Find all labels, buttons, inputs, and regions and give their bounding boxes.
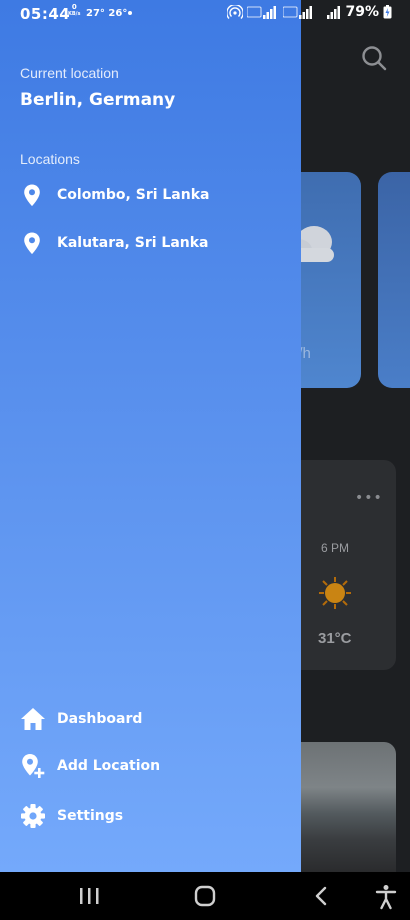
locations-label: Locations bbox=[20, 151, 80, 167]
current-location-label: Current location bbox=[20, 65, 119, 81]
location-item-kalutara[interactable]: Kalutara, Sri Lanka bbox=[20, 228, 209, 258]
forecast-time: 6 PM bbox=[321, 541, 350, 555]
hotspot-icon bbox=[227, 5, 244, 19]
signal-icon-2 bbox=[283, 6, 313, 19]
add-location-icon bbox=[22, 754, 45, 778]
recent-apps-icon[interactable] bbox=[78, 884, 100, 908]
navigation-drawer: Current location Berlin, Germany Locatio… bbox=[0, 0, 301, 872]
location-pin-icon bbox=[24, 184, 40, 206]
signal-icon bbox=[247, 6, 277, 19]
back-icon[interactable] bbox=[310, 884, 334, 908]
location-item-label: Kalutara, Sri Lanka bbox=[57, 235, 209, 251]
menu-item-label: Dashboard bbox=[57, 711, 143, 727]
menu-item-label: Add Location bbox=[57, 758, 161, 774]
status-bar: 05:44 0 KB/s 27° 26° 79% bbox=[0, 0, 410, 26]
location-pin-icon bbox=[24, 232, 40, 254]
status-icons: 79% bbox=[227, 4, 392, 20]
location-item-colombo[interactable]: Colombo, Sri Lanka bbox=[20, 180, 209, 210]
menu-item-dashboard[interactable]: Dashboard bbox=[20, 704, 142, 734]
weather-card-next[interactable] bbox=[378, 172, 410, 388]
forecast-temp: 31°C bbox=[318, 630, 352, 647]
more-options-icon[interactable]: ••• bbox=[355, 490, 383, 506]
search-icon[interactable] bbox=[360, 44, 388, 72]
signal-icon-3 bbox=[327, 6, 341, 19]
menu-item-add-location[interactable]: Add Location bbox=[20, 751, 160, 781]
battery-charging-icon bbox=[383, 5, 392, 19]
system-nav-bar bbox=[0, 872, 410, 920]
status-temps: 27° 26° bbox=[86, 8, 128, 19]
network-speed: 0 KB/s bbox=[68, 4, 81, 18]
home-button-icon[interactable] bbox=[193, 884, 217, 908]
sun-icon bbox=[319, 577, 351, 609]
menu-item-label: Settings bbox=[57, 808, 124, 824]
menu-item-settings[interactable]: Settings bbox=[20, 801, 123, 831]
accessibility-icon[interactable] bbox=[374, 884, 398, 910]
network-speed-unit: KB/s bbox=[68, 11, 81, 17]
location-item-label: Colombo, Sri Lanka bbox=[57, 187, 210, 203]
gear-icon bbox=[21, 804, 45, 828]
battery-percent: 79% bbox=[345, 4, 379, 20]
home-icon bbox=[21, 708, 45, 730]
network-speed-value: 0 bbox=[71, 3, 77, 11]
notification-dot bbox=[128, 11, 132, 15]
current-location-value: Berlin, Germany bbox=[20, 90, 176, 110]
status-time: 05:44 bbox=[20, 5, 71, 23]
